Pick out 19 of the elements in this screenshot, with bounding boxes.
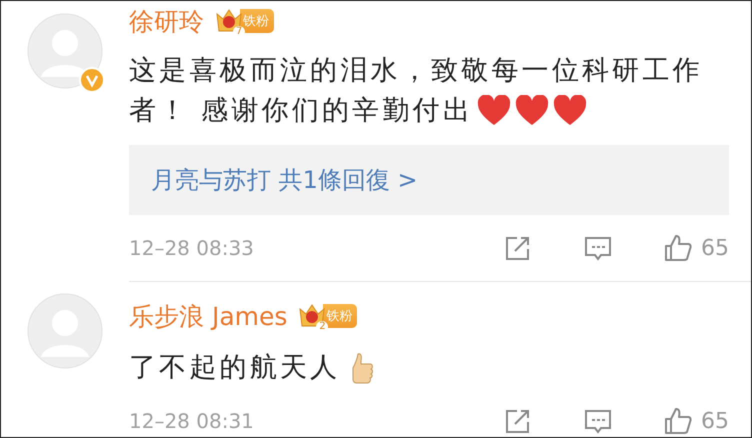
reply-box[interactable]: 月亮与苏打 共1條回復 >	[129, 145, 729, 215]
heart-icon	[476, 95, 511, 127]
username[interactable]: 徐研玲	[129, 4, 204, 38]
reply-link[interactable]: 月亮与苏打 共1條回復 >	[151, 164, 418, 196]
like-count: 65	[701, 408, 729, 434]
timestamp: 12–28 08:31	[129, 409, 255, 433]
heart-icon	[552, 95, 587, 127]
avatar[interactable]	[27, 13, 103, 89]
comment-text: 了不起的航天人	[129, 351, 340, 385]
comment-text: 者！ 感谢你们的辛勤付出	[129, 94, 473, 128]
timestamp: 12–28 08:33	[129, 236, 255, 260]
comment-text: 这是喜极而泣的泪水，致敬每一位科研工作	[129, 54, 703, 88]
like-count: 65	[701, 236, 729, 260]
like-icon[interactable]	[663, 406, 693, 436]
username[interactable]: 乐步浪 James	[129, 300, 288, 332]
like-icon[interactable]	[663, 233, 693, 263]
fan-badge: 铁粉	[323, 304, 358, 328]
heart-icon	[514, 95, 549, 127]
fan-badge: 铁粉	[240, 9, 274, 33]
